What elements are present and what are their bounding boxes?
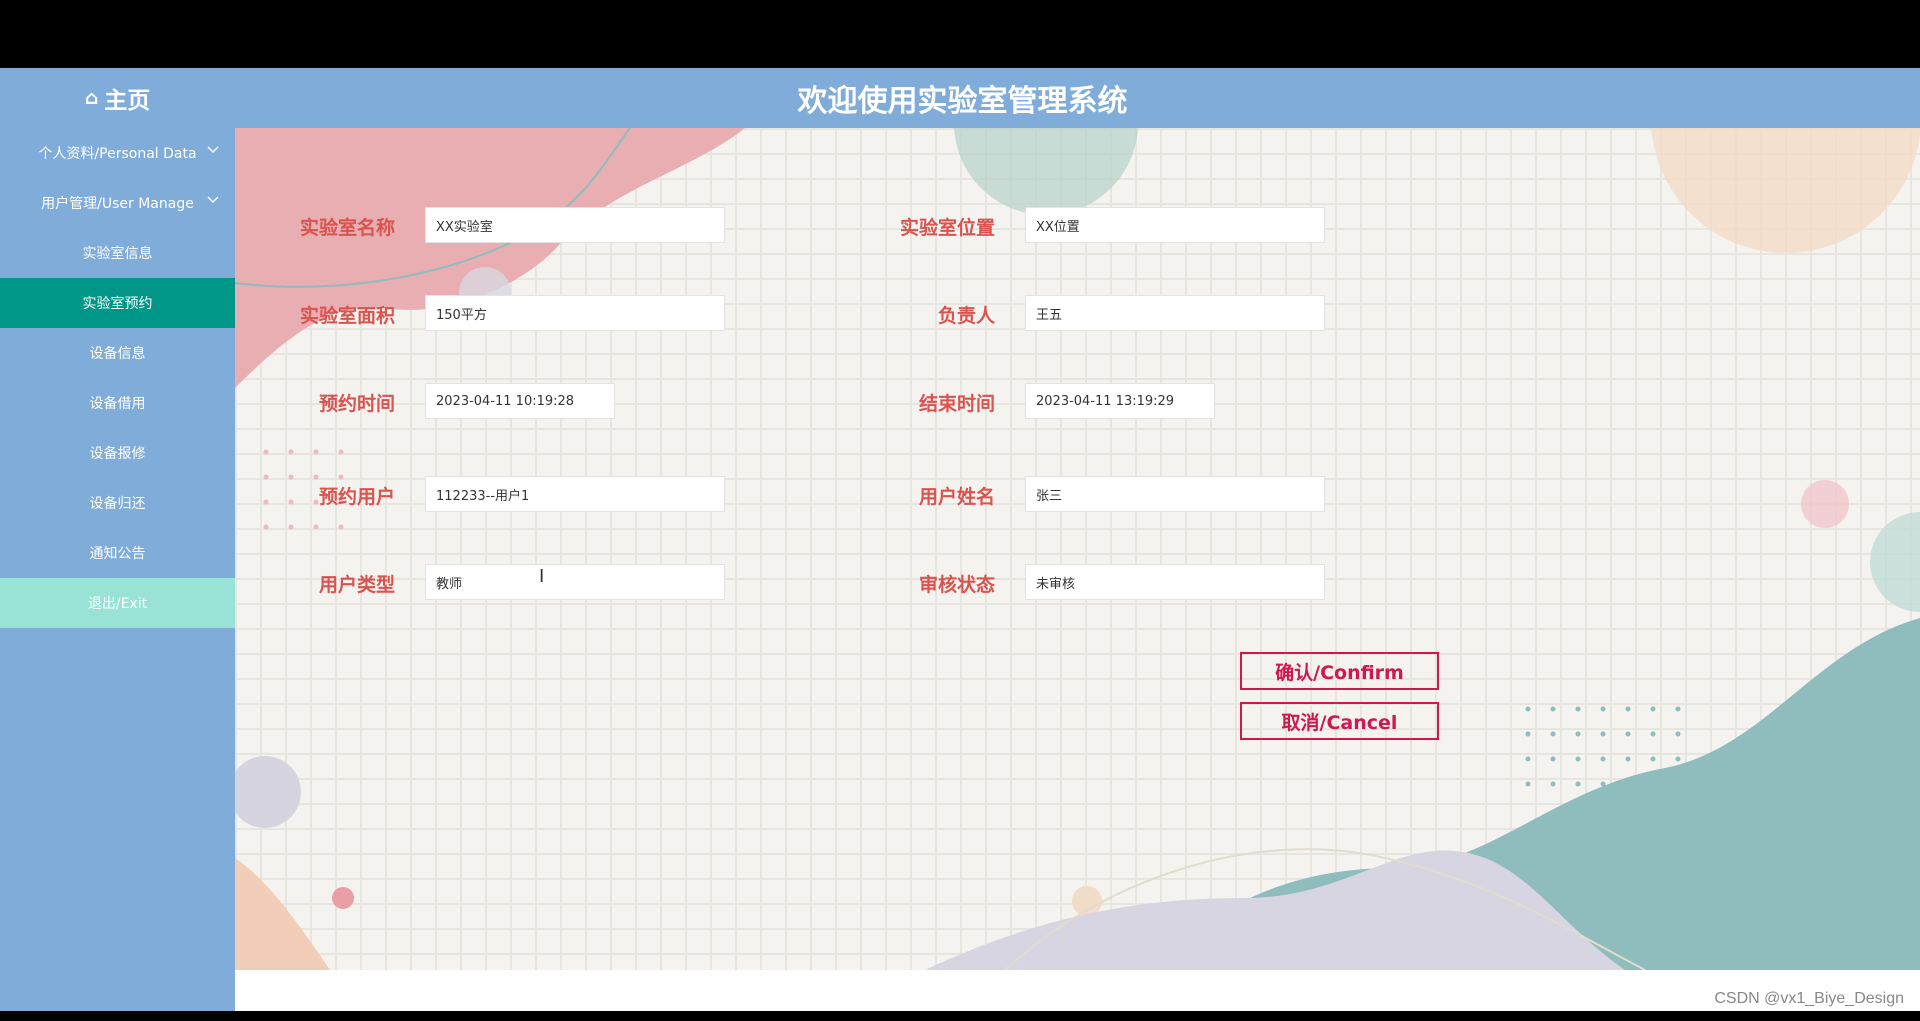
start-time-input[interactable] [425, 383, 615, 419]
main-content: 实验室名称 实验室位置 实验室面积 负责人 预约时间 结束时间 预约用户 用户姓… [235, 128, 1920, 970]
user-type-label: 用户类型 [318, 574, 395, 596]
sidebar-item-label: 设备报修 [89, 446, 146, 462]
start-time-label: 预约时间 [318, 393, 395, 415]
lab-name-input[interactable] [425, 207, 725, 243]
text-cursor-icon: I [539, 566, 545, 587]
sidebar-item-device-borrow[interactable]: 设备借用 [0, 378, 235, 428]
manager-input[interactable] [1025, 295, 1325, 331]
sidebar-item-personal-data[interactable]: 个人资料/Personal Data [0, 128, 235, 178]
footer-bar [235, 970, 1920, 1011]
home-icon: ⌂ [84, 87, 99, 109]
sidebar-item-lab-info[interactable]: 实验室信息 [0, 228, 235, 278]
end-time-label: 结束时间 [918, 393, 995, 415]
bottom-black-band [0, 1011, 1920, 1021]
chevron-down-icon [207, 146, 219, 154]
home-link[interactable]: ⌂ 主页 [0, 68, 235, 128]
lab-area-input[interactable] [425, 295, 725, 331]
user-name-input[interactable] [1025, 476, 1325, 512]
manager-label: 负责人 [937, 305, 995, 327]
lab-location-label: 实验室位置 [899, 217, 995, 239]
page-title: 欢迎使用实验室管理系统 [797, 84, 1128, 119]
sidebar: ⌂ 主页 个人资料/Personal Data 用户管理/User Manage… [0, 68, 235, 1011]
booking-user-label: 预约用户 [318, 486, 395, 508]
sidebar-item-lab-booking[interactable]: 实验室预约 [0, 278, 235, 328]
review-status-input[interactable] [1025, 564, 1325, 600]
sidebar-item-notices[interactable]: 通知公告 [0, 528, 235, 578]
sidebar-item-label: 设备借用 [89, 396, 146, 412]
page-header: 欢迎使用实验室管理系统 [235, 68, 1920, 128]
review-status-label: 审核状态 [918, 574, 995, 596]
sidebar-item-exit[interactable]: 退出/Exit [0, 578, 235, 628]
user-type-input[interactable] [425, 564, 725, 600]
lab-name-label: 实验室名称 [299, 217, 395, 239]
sidebar-menu: 个人资料/Personal Data 用户管理/User Manage 实验室信… [0, 128, 235, 628]
sidebar-item-device-info[interactable]: 设备信息 [0, 328, 235, 378]
sidebar-item-label: 实验室预约 [82, 296, 153, 312]
sidebar-item-device-repair[interactable]: 设备报修 [0, 428, 235, 478]
lab-area-label: 实验室面积 [299, 305, 395, 327]
booking-user-input[interactable] [425, 476, 725, 512]
top-black-band [0, 0, 1920, 68]
sidebar-item-label: 退出/Exit [87, 596, 148, 612]
sidebar-item-label: 设备归还 [89, 496, 146, 512]
sidebar-item-label: 通知公告 [89, 546, 146, 562]
cancel-button[interactable]: 取消/Cancel [1240, 702, 1439, 740]
home-label: 主页 [104, 88, 151, 114]
background-decoration [235, 128, 1920, 970]
sidebar-item-device-return[interactable]: 设备归还 [0, 478, 235, 528]
sidebar-item-label: 设备信息 [89, 346, 146, 362]
sidebar-item-user-manage[interactable]: 用户管理/User Manage [0, 178, 235, 228]
chevron-down-icon [207, 196, 219, 204]
sidebar-item-label: 个人资料/Personal Data [38, 146, 197, 162]
user-name-label: 用户姓名 [918, 486, 995, 508]
watermark: CSDN @vx1_Biye_Design [1714, 990, 1904, 1007]
end-time-input[interactable] [1025, 383, 1215, 419]
sidebar-item-label: 实验室信息 [82, 246, 153, 262]
lab-location-input[interactable] [1025, 207, 1325, 243]
sidebar-item-label: 用户管理/User Manage [41, 196, 194, 212]
confirm-button[interactable]: 确认/Confirm [1240, 652, 1439, 690]
